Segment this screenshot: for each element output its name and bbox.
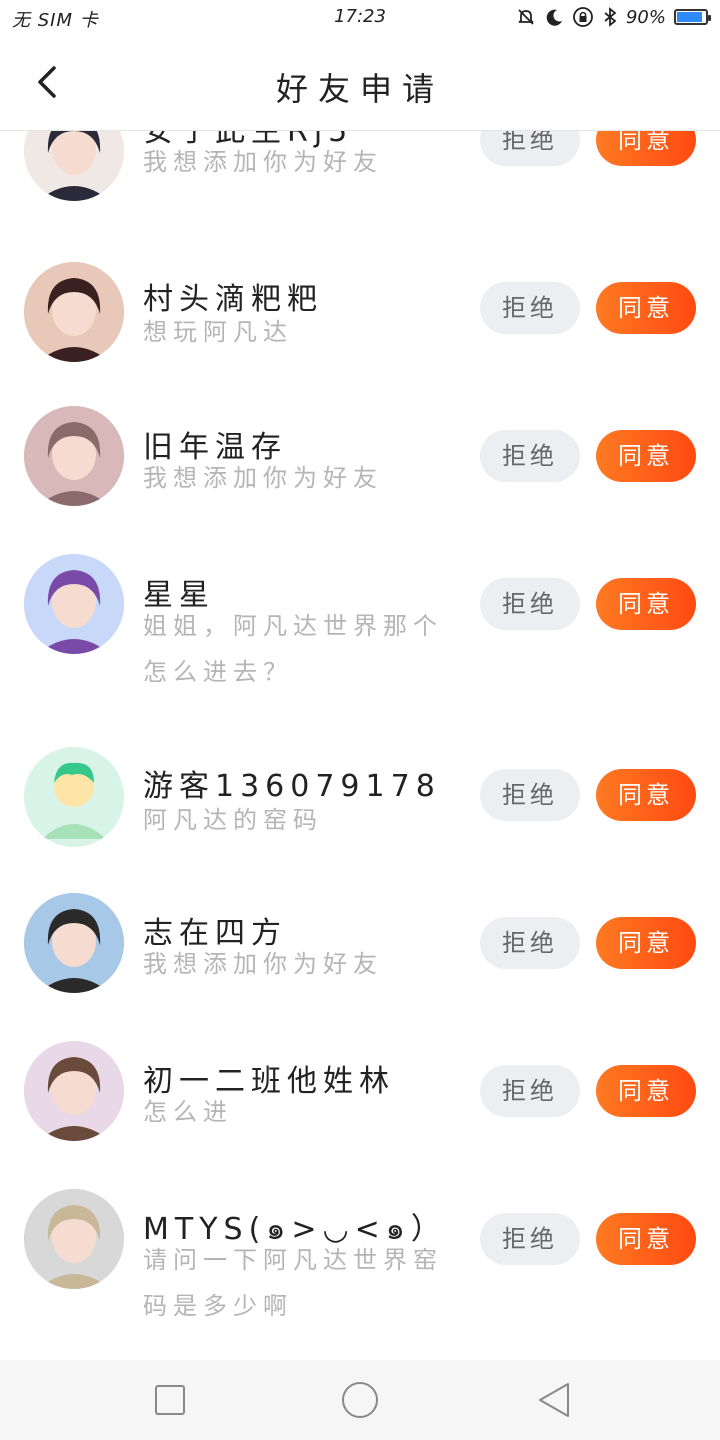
anime-boy-avatar[interactable] [24,131,124,201]
blonde-hair-avatar[interactable] [24,1189,124,1289]
request-item[interactable]: 旧年温存 我想添加你为好友 拒绝 同意 [0,406,720,555]
request-item[interactable]: 星星 姐姐，阿凡达世界那个怎么进去？ 拒绝 同意 [0,554,720,703]
request-message: 阿凡达的窑码 [143,806,323,834]
reject-button[interactable]: 拒绝 [480,578,580,630]
brown-hair-avatar[interactable] [24,1041,124,1141]
battery-icon [674,9,711,25]
rotation-lock-icon [573,7,593,27]
reject-button[interactable]: 拒绝 [480,917,580,969]
reject-button[interactable]: 拒绝 [480,1065,580,1117]
recent-apps-square-icon[interactable] [150,1380,190,1420]
status-bar: 无 SIM 卡 17:23 90% [0,0,720,36]
request-item[interactable]: 志在四方 我想添加你为好友 拒绝 同意 [0,893,720,1041]
accept-button[interactable]: 同意 [596,430,696,482]
anime-guitar-avatar[interactable] [24,406,124,506]
girl-photo-avatar[interactable] [24,262,124,362]
reject-button[interactable]: 拒绝 [480,769,580,821]
request-item[interactable]: 安于此生Rj5 我想添加你为好友 拒绝 同意 [0,131,720,259]
home-circle-icon[interactable] [340,1380,380,1420]
request-item[interactable]: 村头滴粑粑 想玩阿凡达 拒绝 同意 [0,259,720,407]
accept-button[interactable]: 同意 [596,769,696,821]
request-message: 想玩阿凡达 [143,318,293,346]
accept-button[interactable]: 同意 [596,578,696,630]
default-user-avatar[interactable] [24,747,124,847]
reject-button[interactable]: 拒绝 [480,282,580,334]
reject-button[interactable]: 拒绝 [480,131,580,166]
purple-hair-avatar[interactable] [24,554,124,654]
accept-button[interactable]: 同意 [596,917,696,969]
battery-percent: 90% [625,6,666,28]
accept-button[interactable]: 同意 [596,1213,696,1265]
friend-request-list[interactable]: 安于此生Rj5 我想添加你为好友 拒绝 同意 村头滴粑粑 想玩阿凡达 拒绝 同意 旧年温存 我想添… [0,131,720,1360]
header: 好友申请 [0,36,720,131]
system-nav-bar [0,1360,720,1440]
page-title: 好友申请 [275,70,444,108]
reject-button[interactable]: 拒绝 [480,430,580,482]
bluetooth-icon [604,7,617,27]
accept-button[interactable]: 同意 [596,282,696,334]
moon-icon [546,9,562,26]
request-message: 我想添加你为好友 [143,464,383,492]
request-message: 怎么进 [143,1098,233,1126]
mute-bell-icon [518,9,534,25]
battery-fill [677,12,703,22]
back-triangle-icon[interactable] [534,1380,574,1420]
request-message: 请问一下阿凡达世界窑码是多少啊 [143,1246,443,1320]
accept-button[interactable]: 同意 [596,131,696,166]
request-item[interactable]: 初一二班他姓林 怎么进 拒绝 同意 [0,1041,720,1189]
request-message: 姐姐，阿凡达世界那个怎么进去？ [143,612,443,686]
request-item[interactable]: MTYS(๑>◡<๑） 请问一下阿凡达世界窑码是多少啊 拒绝 同意 [0,1189,720,1337]
anime-suit-avatar[interactable] [24,893,124,993]
accept-button[interactable]: 同意 [596,1065,696,1117]
reject-button[interactable]: 拒绝 [480,1213,580,1265]
request-item[interactable]: 游客136079178 阿凡达的窑码 拒绝 同意 [0,747,720,895]
request-message: 我想添加你为好友 [143,148,383,176]
request-message: 我想添加你为好友 [143,950,383,978]
status-icons: 90% [516,6,711,28]
